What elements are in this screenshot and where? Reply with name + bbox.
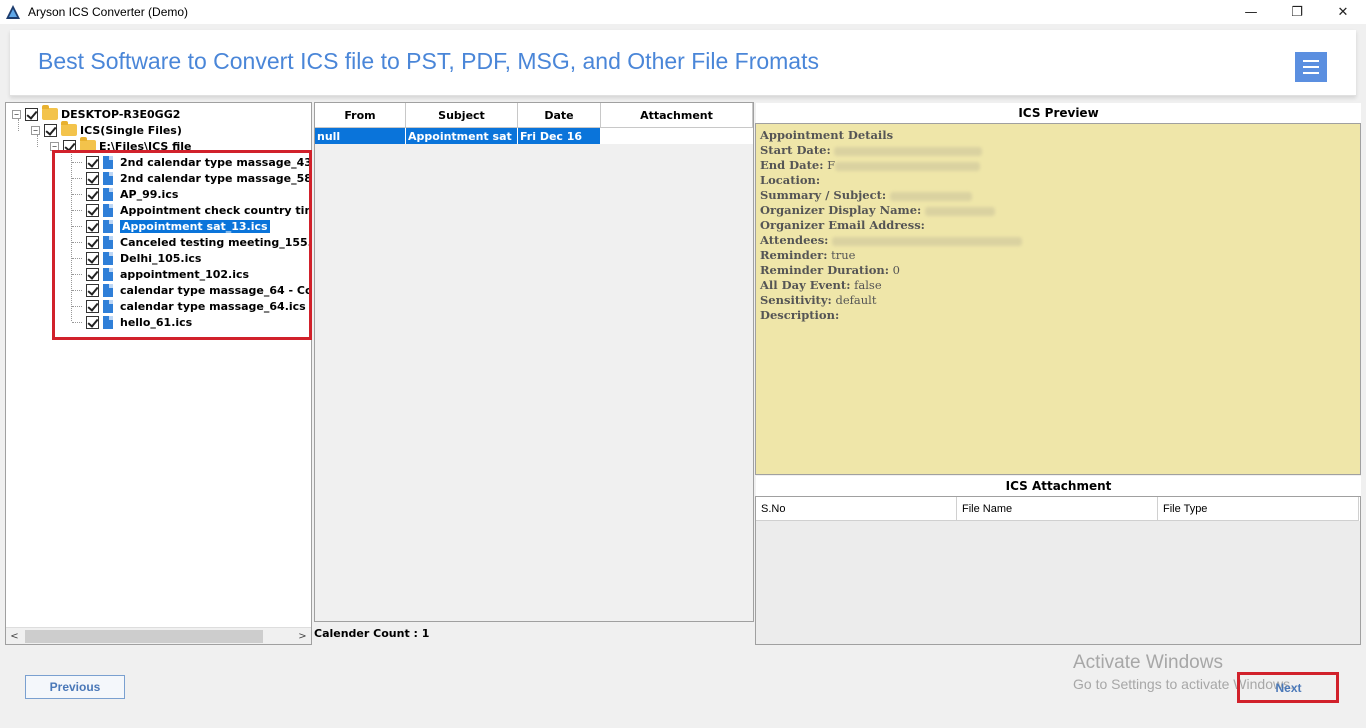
preview-field: Reminder Duration: 0 — [760, 263, 900, 277]
app-logo-icon — [6, 5, 20, 19]
calendar-grid[interactable]: From Subject Date Attachment null Appoin… — [314, 102, 754, 622]
preview-field: Start Date: — [760, 143, 1356, 158]
attachment-title: ICS Attachment — [756, 476, 1361, 496]
preview-field: Organizer Display Name: — [760, 203, 1356, 218]
checkbox[interactable] — [25, 107, 38, 121]
collapse-icon[interactable]: − — [31, 125, 40, 135]
column-header-file-name[interactable]: File Name — [957, 497, 1158, 521]
menu-bar-icon — [1303, 66, 1319, 68]
tree-label: DESKTOP-R3E0GG2 — [61, 107, 181, 121]
watermark-line: Activate Windows — [1073, 652, 1223, 673]
preview-field: Reminder: true — [760, 248, 856, 262]
column-header-attachment[interactable]: Attachment — [601, 103, 753, 128]
minimize-button[interactable]: — — [1228, 0, 1274, 24]
scroll-track[interactable] — [23, 629, 294, 643]
grid-header: From Subject Date Attachment — [315, 103, 753, 128]
column-header-sno[interactable]: S.No — [756, 497, 957, 521]
preview-field: Sensitivity: default — [760, 293, 877, 307]
previous-button[interactable]: Previous — [25, 675, 125, 699]
preview-field: Appointment Details — [760, 128, 894, 142]
column-header-from[interactable]: From — [315, 103, 406, 128]
preview-field: End Date: F — [760, 158, 1356, 173]
preview-panel: Appointment Details Start Date: End Date… — [755, 123, 1361, 475]
title-bar: Aryson ICS Converter (Demo) — ❐ ✕ — [0, 0, 1366, 24]
cell-date: Fri Dec 16 — [518, 128, 601, 144]
hamburger-menu-button[interactable] — [1295, 52, 1327, 82]
table-row[interactable]: null Appointment sat Fri Dec 16 — [315, 128, 753, 144]
collapse-icon[interactable]: − — [12, 109, 21, 119]
column-header-subject[interactable]: Subject — [406, 103, 518, 128]
window-title: Aryson ICS Converter (Demo) — [28, 5, 189, 19]
cell-subject: Appointment sat — [406, 128, 518, 144]
menu-bar-icon — [1303, 60, 1319, 62]
scroll-thumb[interactable] — [25, 629, 263, 643]
preview-field: Summary / Subject: — [760, 188, 1356, 203]
tree-node-group[interactable]: − ICS(Single Files) — [31, 121, 182, 138]
computer-folder-icon — [42, 105, 58, 120]
scroll-left-icon[interactable]: < — [6, 628, 23, 645]
calendar-count: Calender Count : 1 — [314, 627, 430, 640]
preview-field: Organizer Email Address: — [760, 218, 925, 232]
preview-field: Location: — [760, 173, 821, 187]
folder-icon — [61, 121, 77, 136]
header-banner: Best Software to Convert ICS file to PST… — [10, 30, 1356, 96]
column-header-file-type[interactable]: File Type — [1158, 497, 1359, 521]
checkbox[interactable] — [44, 123, 57, 137]
highlight-box — [1237, 672, 1339, 703]
close-button[interactable]: ✕ — [1320, 0, 1366, 24]
banner-heading: Best Software to Convert ICS file to PST… — [38, 48, 819, 74]
redacted-value — [889, 191, 972, 201]
preview-field: Description: — [760, 308, 840, 322]
preview-field: Attendees: — [760, 233, 1356, 248]
redacted-value — [832, 236, 1023, 246]
attachment-table[interactable]: S.No File Name File Type — [755, 496, 1361, 645]
tree-label: ICS(Single Files) — [80, 123, 182, 137]
highlight-box — [52, 150, 312, 340]
cell-from: null — [315, 128, 406, 144]
scroll-right-icon[interactable]: > — [294, 628, 311, 645]
redacted-value — [835, 161, 981, 171]
preview-field: All Day Event: false — [760, 278, 882, 292]
preview-title: ICS Preview — [756, 103, 1361, 123]
redacted-value — [924, 206, 995, 216]
horizontal-scrollbar[interactable]: < > — [6, 627, 311, 644]
redacted-value — [834, 146, 983, 156]
tree-node-root[interactable]: − DESKTOP-R3E0GG2 — [12, 105, 181, 122]
menu-bar-icon — [1303, 72, 1319, 74]
cell-attachment — [601, 128, 753, 144]
attachment-header: S.No File Name File Type — [756, 497, 1360, 521]
column-header-date[interactable]: Date — [518, 103, 601, 128]
restore-button[interactable]: ❐ — [1274, 0, 1320, 24]
